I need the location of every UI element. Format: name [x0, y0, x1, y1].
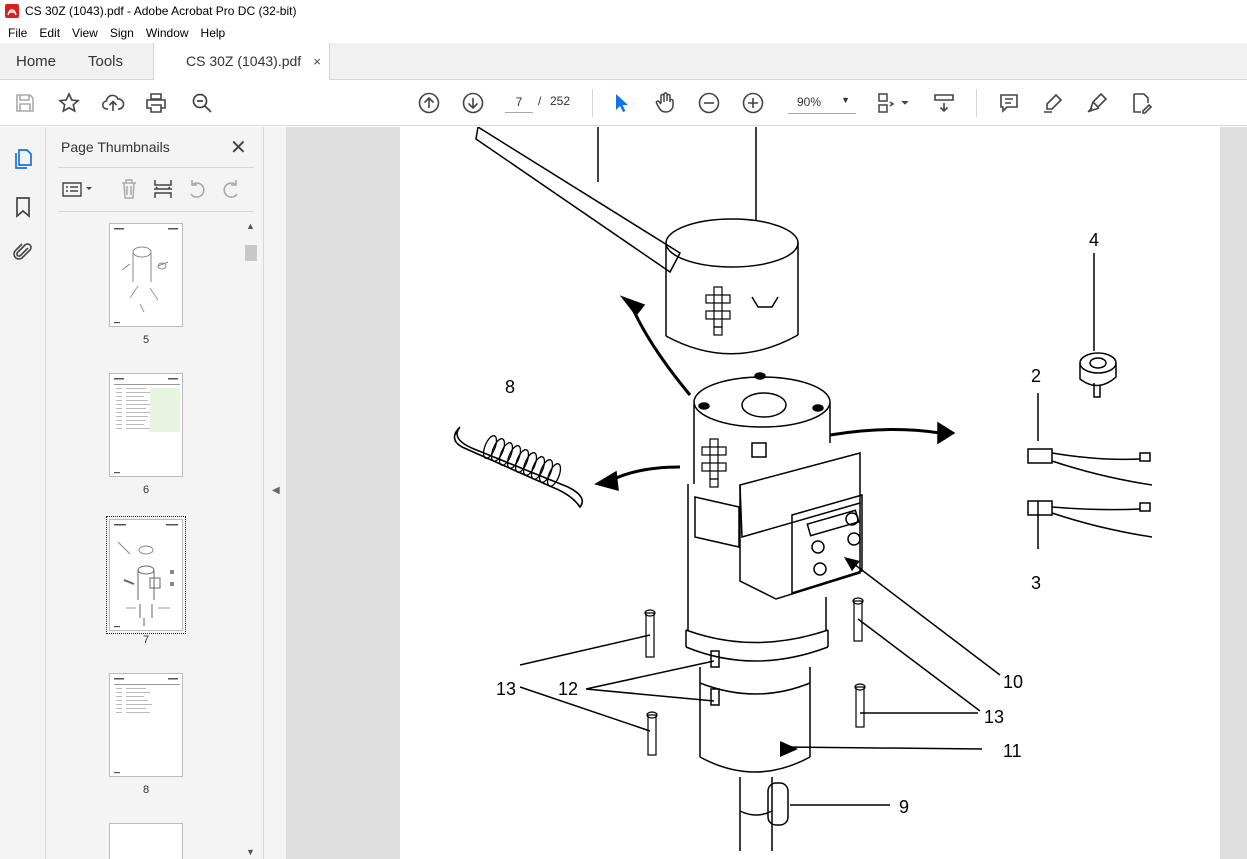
thumbnail-scrollbar[interactable]: ▲ ▼	[244, 221, 258, 857]
page-up-icon[interactable]	[417, 91, 441, 115]
callout-2: 2	[1031, 366, 1042, 386]
hand-icon[interactable]	[653, 91, 677, 115]
callout-11: 11	[1003, 741, 1022, 761]
scroll-mode-icon[interactable]	[932, 91, 956, 115]
callout-4: 4	[1089, 230, 1100, 250]
trash-icon[interactable]	[117, 177, 141, 201]
tab-document[interactable]: CS 30Z (1043).pdf ×	[153, 43, 330, 81]
callout-3: 3	[1031, 573, 1042, 593]
title-bar: CS 30Z (1043).pdf - Adobe Acrobat Pro DC…	[0, 0, 1247, 22]
menu-bar: File Edit View Sign Window Help	[0, 22, 1247, 43]
scroll-down-icon[interactable]: ▼	[246, 847, 255, 857]
zoom-value: 90%	[797, 95, 822, 109]
attachment-icon[interactable]	[11, 240, 35, 264]
left-rail	[0, 127, 46, 859]
edit-pdf-icon[interactable]	[1129, 91, 1153, 115]
options-menu-icon[interactable]	[60, 177, 96, 201]
zoom-search-icon[interactable]	[190, 91, 214, 115]
document-view[interactable]: 4 2 8 3 10 13 12 13 11 9	[286, 127, 1247, 859]
page-thumbnail-selected[interactable]	[106, 516, 186, 634]
bookmark-icon[interactable]	[11, 195, 35, 219]
scrollbar-thumb[interactable]	[245, 245, 257, 261]
tab-tools[interactable]: Tools	[88, 43, 123, 80]
tab-bar: Home Tools CS 30Z (1043).pdf ×	[0, 43, 1247, 81]
menu-window[interactable]: Window	[140, 26, 195, 40]
page-down-icon[interactable]	[461, 91, 485, 115]
pdf-page: 4 2 8 3 10 13 12 13 11 9	[400, 127, 1220, 859]
page-number-input[interactable]	[505, 91, 533, 113]
window-title: CS 30Z (1043).pdf - Adobe Acrobat Pro DC…	[25, 4, 297, 18]
thumbnail-label: 6	[142, 484, 150, 496]
page-thumbnail[interactable]	[109, 823, 183, 859]
page-separator: /	[538, 94, 542, 108]
comment-icon[interactable]	[997, 91, 1021, 115]
save-icon[interactable]	[13, 91, 37, 115]
thumbnail-panel: Page Thumbnails ✕ 5 6 7 8 ▲ ▼	[46, 127, 264, 859]
insert-page-icon[interactable]	[151, 177, 175, 201]
sign-icon[interactable]	[1085, 91, 1109, 115]
zoom-select[interactable]: 90% ▼	[788, 91, 856, 114]
callout-13-left: 13	[496, 679, 517, 699]
thumbnail-label: 8	[142, 784, 150, 796]
page-thumbnail[interactable]	[109, 673, 183, 777]
rotate-right-icon[interactable]	[219, 177, 243, 201]
tab-close-icon[interactable]: ×	[313, 43, 321, 80]
close-icon[interactable]: ✕	[230, 135, 247, 160]
menu-help[interactable]: Help	[195, 26, 232, 40]
page-thumbnail[interactable]	[109, 373, 183, 477]
thumbnail-label: 7	[142, 634, 150, 646]
zoom-out-icon[interactable]	[697, 91, 721, 115]
panel-title: Page Thumbnails	[61, 139, 170, 155]
page-thumbnails-icon[interactable]	[11, 147, 35, 171]
callout-10: 10	[1003, 672, 1024, 692]
page-thumbnail[interactable]	[109, 223, 183, 327]
rotate-left-icon[interactable]	[185, 177, 209, 201]
zoom-in-icon[interactable]	[741, 91, 765, 115]
tab-home[interactable]: Home	[16, 43, 56, 80]
callout-13-right: 13	[984, 707, 1005, 727]
menu-view[interactable]: View	[66, 26, 104, 40]
toolbar-separator	[592, 89, 593, 117]
print-icon[interactable]	[144, 91, 168, 115]
divider	[58, 211, 254, 212]
callout-8: 8	[505, 377, 516, 397]
main-toolbar	[0, 80, 1247, 126]
panel-splitter[interactable]: ◀	[264, 127, 286, 859]
acrobat-logo-icon	[5, 4, 19, 18]
callout-12: 12	[558, 679, 579, 699]
callout-9: 9	[899, 797, 910, 817]
menu-sign[interactable]: Sign	[104, 26, 140, 40]
divider	[58, 167, 254, 168]
upload-icon[interactable]	[101, 91, 125, 115]
scroll-up-icon[interactable]: ▲	[246, 221, 255, 231]
star-icon[interactable]	[57, 91, 81, 115]
select-cursor-icon[interactable]	[609, 91, 633, 115]
panel-toolbar	[58, 175, 254, 203]
tab-document-label: CS 30Z (1043).pdf	[186, 53, 302, 69]
collapse-panel-icon[interactable]: ◀	[272, 485, 280, 496]
toolbar-separator	[976, 89, 977, 117]
thumbnail-label: 5	[142, 334, 150, 346]
fit-page-icon[interactable]	[876, 91, 912, 115]
menu-edit[interactable]: Edit	[33, 26, 66, 40]
highlight-icon[interactable]	[1041, 91, 1065, 115]
page-total: 252	[550, 94, 571, 108]
chevron-down-icon: ▼	[841, 95, 850, 105]
menu-file[interactable]: File	[2, 26, 33, 40]
